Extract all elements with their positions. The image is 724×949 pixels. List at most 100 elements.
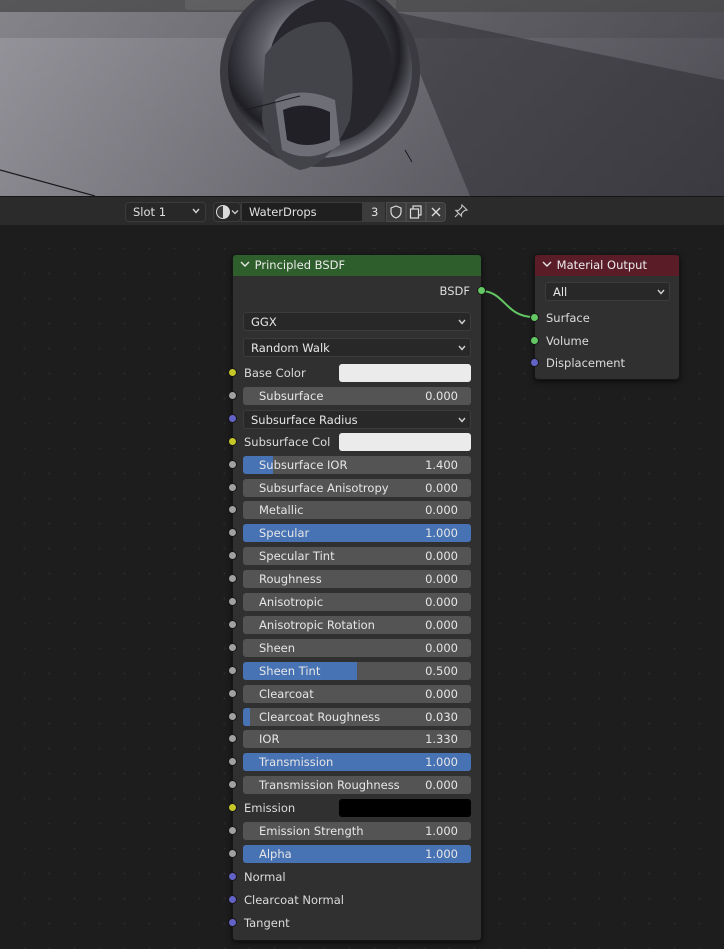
clearcoat-normal-socket[interactable] [228,895,237,904]
bsdf-input-tangent: Tangent [228,914,481,932]
browse-material-button[interactable] [213,202,241,222]
clearcoat-slider[interactable]: Clearcoat 0.000 [243,685,471,703]
slider-label: Sheen [259,641,296,655]
subsurface-slider[interactable]: Subsurface 0.000 [243,387,471,405]
emission-strength-socket[interactable] [228,826,237,835]
bsdf-input-subsurface-radius: Subsurface Radius [228,410,481,429]
emission-socket[interactable] [228,803,237,812]
duplicate-material-button[interactable] [406,202,426,222]
bsdf-input-alpha: Alpha 1.000 [228,845,481,863]
slider-label: Specular Tint [259,549,335,563]
material-output-node[interactable]: Material Output All Surface Volume Displac… [530,254,680,380]
clearcoat-roughness-slider[interactable]: Clearcoat Roughness 0.030 [243,708,471,726]
subsurface-radius-socket[interactable] [228,414,237,423]
slider-value: 1.400 [425,458,458,472]
distribution-dropdown[interactable]: GGX [243,312,471,331]
sheen-slider[interactable]: Sheen 0.000 [243,639,471,657]
subsurface-col-socket[interactable] [228,437,237,446]
specular-slider[interactable]: Specular 1.000 [243,524,471,542]
slider-label: Transmission [259,755,334,769]
input-label: Emission [244,801,296,815]
subsurface-socket[interactable] [228,391,237,400]
node-title: Principled BSDF [254,258,346,272]
metallic-slider[interactable]: Metallic 0.000 [243,501,471,519]
node-canvas[interactable]: Principled BSDF BSDF GGX Random Walk Bas… [0,226,724,949]
bsdf-input-normal: Normal [228,868,481,886]
metallic-socket[interactable] [228,505,237,514]
emission-color-swatch[interactable] [339,799,471,817]
subsurface-radius-dropdown[interactable]: Subsurface Radius [243,410,471,429]
node-header[interactable]: Principled BSDF [233,255,481,276]
sheen-tint-slider[interactable]: Sheen Tint 0.500 [243,662,471,680]
bsdf-input-transmission: Transmission 1.000 [228,753,481,771]
normal-socket[interactable] [228,872,237,881]
specular-tint-slider[interactable]: Specular Tint 0.000 [243,547,471,565]
subsurface-ior-slider[interactable]: Subsurface IOR 1.400 [243,456,471,474]
slider-value: 0.000 [425,687,458,701]
surface-socket[interactable] [530,313,539,322]
principled-bsdf-node[interactable]: Principled BSDF BSDF GGX Random Walk Bas… [228,254,486,941]
anisotropic-slider[interactable]: Anisotropic 0.000 [243,593,471,611]
alpha-slider[interactable]: Alpha 1.000 [243,845,471,863]
input-label: Subsurface Col [244,435,331,449]
material-user-count[interactable]: 3 [363,202,385,222]
specular-tint-socket[interactable] [228,551,237,560]
sheen-socket[interactable] [228,643,237,652]
subsurface-method-dropdown[interactable]: Random Walk [243,338,471,357]
clearcoat-socket[interactable] [228,689,237,698]
close-icon [431,207,441,217]
material-name-field[interactable]: WaterDrops [241,202,363,222]
3d-viewport[interactable] [0,0,724,196]
slider-label: Subsurface Anisotropy [259,481,389,495]
node-header[interactable]: Material Output [535,255,679,276]
faucet-render [0,0,724,196]
chevron-down-icon [192,208,200,214]
pin-button[interactable] [452,202,472,222]
bsdf-input-specular-tint: Specular Tint 0.000 [228,547,481,565]
specular-socket[interactable] [228,528,237,537]
slider-value: 1.000 [425,824,458,838]
emission-strength-slider[interactable]: Emission Strength 1.000 [243,822,471,840]
input-label: Base Color [244,366,306,380]
fake-user-button[interactable] [386,202,406,222]
chevron-down-icon[interactable] [541,259,553,269]
transmission-roughness-slider[interactable]: Transmission Roughness 0.000 [243,776,471,794]
transmission-roughness-socket[interactable] [228,780,237,789]
material-slot-dropdown[interactable]: Slot 1 [125,202,206,222]
subsurface-col-color-swatch[interactable] [339,433,471,451]
sheen-tint-socket[interactable] [228,666,237,675]
ior-slider[interactable]: IOR 1.330 [243,730,471,748]
bsdf-input-roughness: Roughness 0.000 [228,570,481,588]
subsurface-anisotropy-socket[interactable] [228,483,237,492]
transmission-socket[interactable] [228,757,237,766]
subsurface-ior-socket[interactable] [228,460,237,469]
chevron-down-icon [458,319,466,325]
input-label: Clearcoat Normal [244,893,345,907]
slider-value: 0.000 [425,778,458,792]
ior-socket[interactable] [228,734,237,743]
alpha-socket[interactable] [228,849,237,858]
duplicate-icon [409,205,422,219]
bsdf-output-socket[interactable] [477,286,486,295]
clearcoat-roughness-socket[interactable] [228,712,237,721]
base-color-socket[interactable] [228,368,237,377]
bsdf-input-clearcoat-normal: Clearcoat Normal [228,891,481,909]
anisotropic-socket[interactable] [228,597,237,606]
anisotropic-rotation-slider[interactable]: Anisotropic Rotation 0.000 [243,616,471,634]
anisotropic-rotation-socket[interactable] [228,620,237,629]
bsdf-input-transmission-roughness: Transmission Roughness 0.000 [228,776,481,794]
roughness-slider[interactable]: Roughness 0.000 [243,570,471,588]
output-input-displacement: Displacement [530,354,679,372]
output-input-volume: Volume [530,332,679,350]
slider-value: 1.000 [425,755,458,769]
roughness-socket[interactable] [228,574,237,583]
subsurface-anisotropy-slider[interactable]: Subsurface Anisotropy 0.000 [243,479,471,497]
unlink-material-button[interactable] [426,202,446,222]
chevron-down-icon[interactable] [239,259,251,269]
output-target-dropdown[interactable]: All [545,282,670,301]
tangent-socket[interactable] [228,918,237,927]
volume-socket[interactable] [530,336,539,345]
transmission-slider[interactable]: Transmission 1.000 [243,753,471,771]
displacement-socket[interactable] [530,358,539,367]
base-color-color-swatch[interactable] [339,364,471,382]
